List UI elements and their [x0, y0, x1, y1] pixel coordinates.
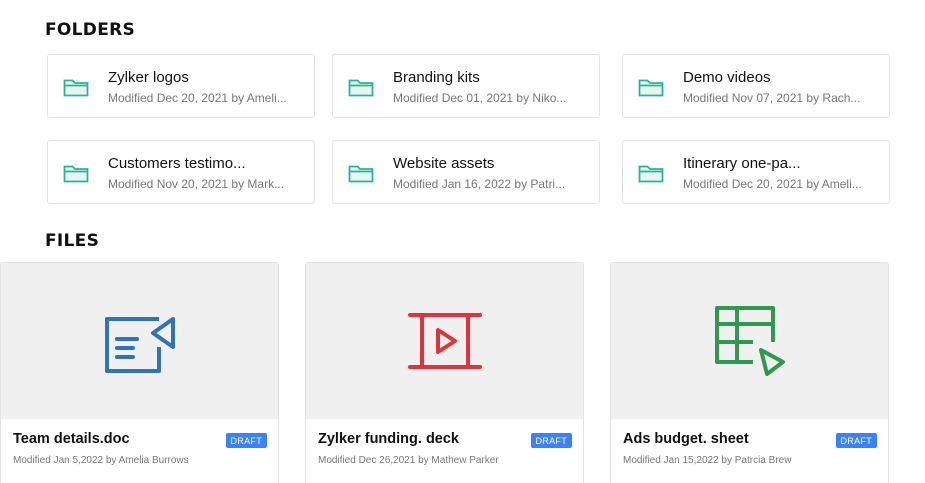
file-name: Team details.doc — [13, 431, 130, 447]
file-name: Ads budget. sheet — [623, 431, 749, 447]
folder-name: Website assets — [393, 155, 495, 172]
folder-meta: Modified Jan 16, 2022 by Patri... — [393, 177, 566, 191]
folder-meta: Modified Dec 20, 2021 by Ameli... — [683, 177, 862, 191]
file-preview — [611, 263, 888, 419]
folder-icon — [638, 165, 664, 183]
file-meta: Modified Dec 26,2021 by Mathew Parker — [318, 455, 499, 466]
draft-badge: DRAFT — [835, 433, 877, 448]
file-card[interactable]: Team details.doc DRAFT Modified Jan 5,20… — [0, 262, 279, 483]
folder-card[interactable]: Zylker logos Modified Dec 20, 2021 by Am… — [47, 54, 315, 118]
file-meta: Modified Jan 5,2022 by Amelia Burrows — [13, 455, 189, 466]
files-heading: FILES — [45, 231, 100, 251]
folder-card[interactable]: Branding kits Modified Dec 01, 2021 by N… — [332, 54, 600, 118]
file-preview — [1, 263, 278, 419]
folder-name: Branding kits — [393, 69, 480, 86]
file-meta: Modified Jan 15,2022 by Patrcia Brew — [623, 455, 792, 466]
draft-badge: DRAFT — [225, 433, 267, 448]
presentation-icon — [407, 313, 482, 369]
document-icon — [104, 317, 175, 373]
folder-meta: Modified Dec 01, 2021 by Niko... — [393, 91, 567, 105]
folder-icon — [348, 165, 374, 183]
folder-card[interactable]: Demo videos Modified Nov 07, 2021 by Rac… — [622, 54, 890, 118]
folder-meta: Modified Nov 20, 2021 by Mark... — [108, 177, 285, 191]
folder-card[interactable]: Customers testimo... Modified Nov 20, 20… — [47, 140, 315, 204]
file-card[interactable]: Zylker funding. deck DRAFT Modified Dec … — [305, 262, 584, 483]
file-card[interactable]: Ads budget. sheet DRAFT Modified Jan 15,… — [610, 262, 889, 483]
folder-name: Zylker logos — [108, 69, 189, 86]
folder-meta: Modified Dec 20, 2021 by Ameli... — [108, 91, 287, 105]
folder-icon — [348, 79, 374, 97]
folder-name: Customers testimo... — [108, 155, 246, 172]
folders-heading: FOLDERS — [45, 20, 136, 40]
folder-icon — [63, 165, 89, 183]
folder-meta: Modified Nov 07, 2021 by Rach... — [683, 91, 861, 105]
spreadsheet-icon — [714, 306, 785, 376]
draft-badge: DRAFT — [530, 433, 572, 448]
file-name: Zylker funding. deck — [318, 431, 459, 447]
folder-name: Demo videos — [683, 69, 771, 86]
folder-name: Itinerary one-pa... — [683, 155, 801, 172]
file-preview — [306, 263, 583, 419]
folder-card[interactable]: Itinerary one-pa... Modified Dec 20, 202… — [622, 140, 890, 204]
folder-icon — [638, 79, 664, 97]
folder-card[interactable]: Website assets Modified Jan 16, 2022 by … — [332, 140, 600, 204]
folder-icon — [63, 79, 89, 97]
